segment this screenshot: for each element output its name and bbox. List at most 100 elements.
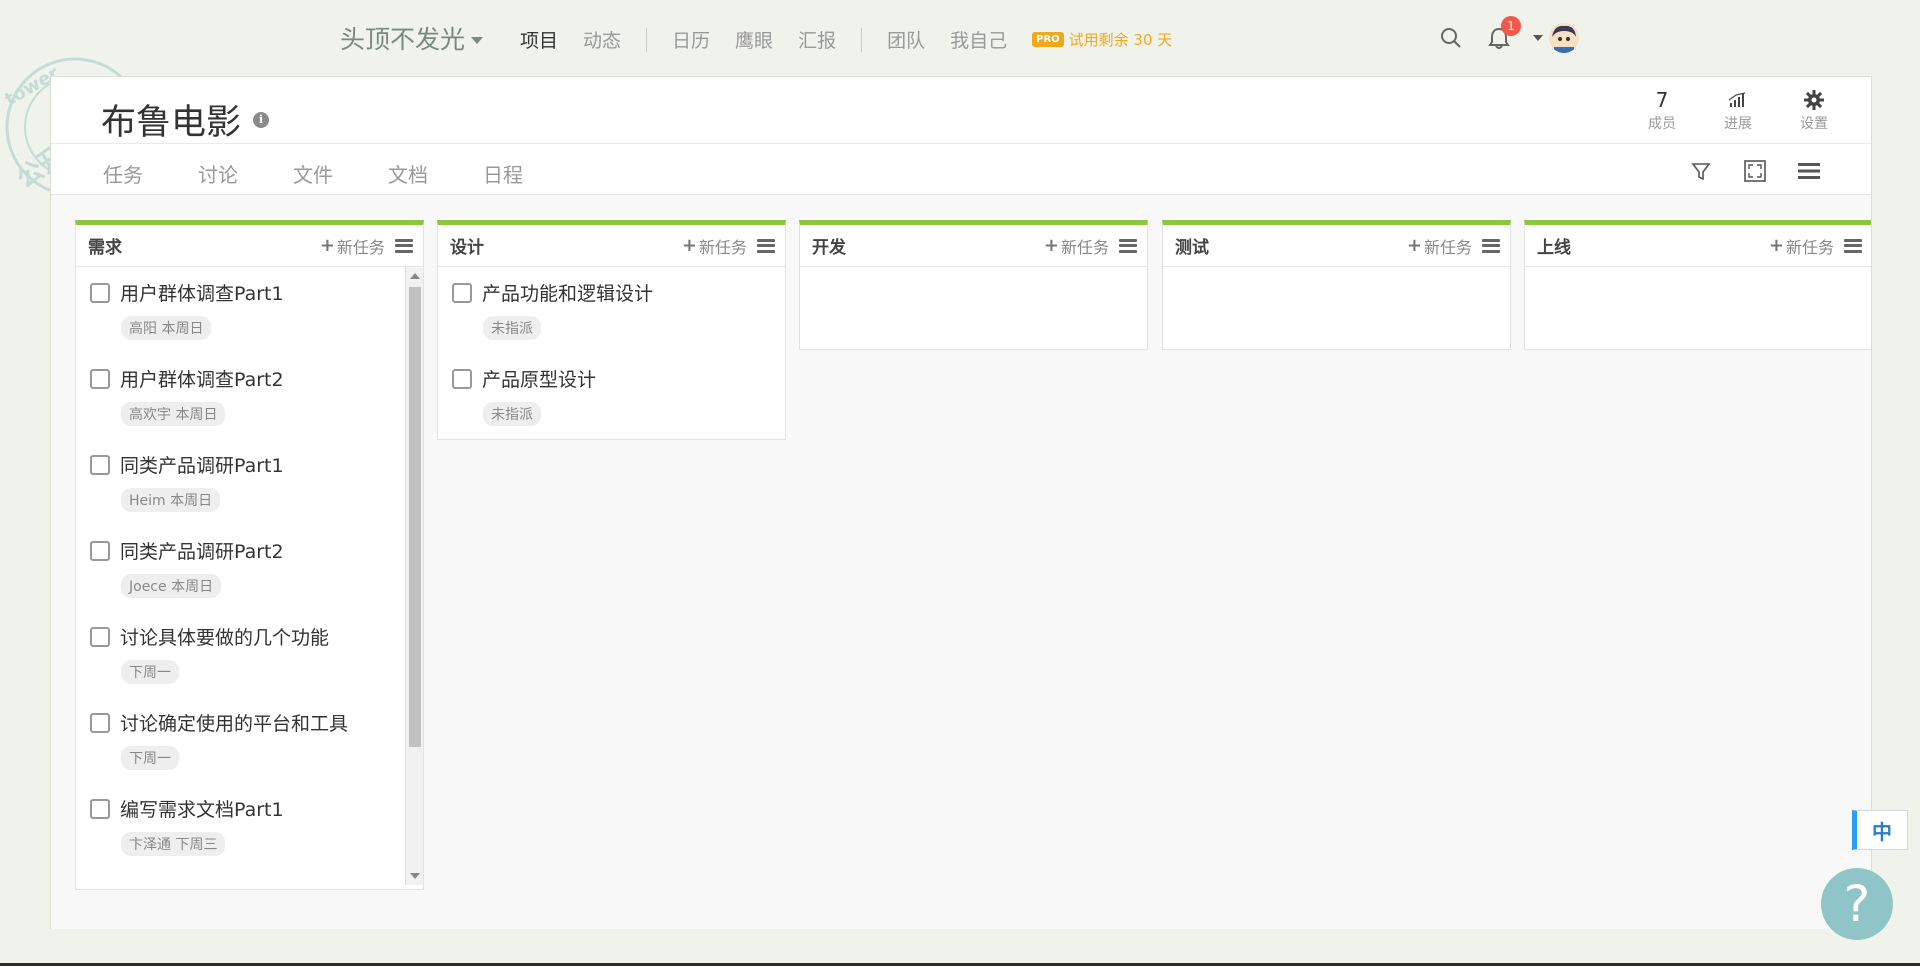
search-button[interactable]: [1435, 22, 1467, 54]
menu-icon: [1798, 163, 1820, 179]
task-title[interactable]: 讨论具体要做的几个功能: [120, 623, 329, 650]
task-checkbox[interactable]: [90, 712, 110, 733]
plus-icon: +: [319, 235, 335, 256]
plus-icon: +: [1406, 235, 1422, 256]
help-button[interactable]: ?: [1821, 868, 1893, 940]
task-checkbox[interactable]: [452, 282, 472, 303]
task-checkbox[interactable]: [90, 368, 110, 389]
team-switcher[interactable]: 头顶不发光: [340, 20, 484, 56]
tab-tasks[interactable]: 任务: [103, 159, 143, 188]
nav-activity[interactable]: 动态: [583, 26, 621, 53]
task-checkbox[interactable]: [90, 540, 110, 561]
task-tag[interactable]: Joece 本周日: [121, 574, 222, 598]
nav-myself[interactable]: 我自己: [950, 26, 1007, 53]
scroll-up-arrow-icon[interactable]: [410, 273, 420, 279]
column-header: 上线 + 新任务: [1525, 225, 1871, 267]
fullscreen-button[interactable]: [1741, 157, 1769, 185]
plus-icon: +: [1043, 235, 1059, 256]
column-header: 需求 + 新任务: [76, 225, 423, 267]
info-icon[interactable]: i: [253, 111, 270, 128]
nav-team[interactable]: 团队: [887, 26, 925, 53]
filter-button[interactable]: [1687, 157, 1715, 185]
settings-button[interactable]: 设置: [1793, 87, 1835, 133]
task-item: 同类产品调研Part2 Joece 本周日: [76, 525, 423, 611]
new-task-button[interactable]: + 新任务: [1044, 234, 1109, 258]
language-toggle-button[interactable]: 中: [1852, 810, 1908, 850]
task-title[interactable]: 编写需求文档Part1: [120, 795, 284, 822]
task-checkbox[interactable]: [90, 454, 110, 475]
task-title[interactable]: 同类产品调研Part2: [120, 537, 284, 564]
column-header: 设计 + 新任务: [438, 225, 785, 267]
column-menu-icon[interactable]: [395, 238, 413, 253]
task-tag[interactable]: 下周一: [121, 746, 179, 770]
column-header: 测试 + 新任务: [1163, 225, 1510, 267]
task-tag[interactable]: Heim 本周日: [121, 488, 221, 512]
expand-icon: [1744, 160, 1766, 182]
kanban-board: 需求 + 新任务 用户群体调查Part1 高阳 本周日 用户群体调查Part2 高欢宇…: [51, 194, 1871, 929]
progress-chart-icon: [1728, 87, 1748, 113]
user-menu[interactable]: [1533, 23, 1579, 53]
board-tools: [1687, 157, 1823, 185]
nav-projects[interactable]: 项目: [520, 26, 558, 53]
nav-report[interactable]: 汇报: [798, 26, 836, 53]
task-item: 讨论确定使用的平台和工具 下周一: [76, 697, 423, 783]
notifications-button[interactable]: 1: [1483, 16, 1521, 54]
column-menu-icon[interactable]: [1482, 238, 1500, 253]
column-menu-icon[interactable]: [1844, 238, 1862, 253]
members-button[interactable]: 7 成员: [1641, 87, 1683, 133]
nav-eagle-eye[interactable]: 鹰眼: [735, 26, 773, 53]
task-checkbox[interactable]: [90, 282, 110, 303]
new-task-button[interactable]: + 新任务: [682, 234, 747, 258]
task-title[interactable]: 用户群体调查Part2: [120, 365, 284, 392]
task-title[interactable]: 用户群体调查Part1: [120, 279, 284, 306]
column-testing: 测试 + 新任务: [1162, 220, 1511, 350]
trial-notice[interactable]: PRO 试用剩余 30 天: [1032, 29, 1172, 50]
caret-down-icon: [1533, 35, 1543, 41]
column-header: 开发 + 新任务: [800, 225, 1147, 267]
task-item: 讨论具体要做的几个功能 下周一: [76, 611, 423, 697]
task-tag[interactable]: 高欢宇 本周日: [121, 402, 226, 426]
scrollbar-thumb[interactable]: [409, 287, 421, 747]
progress-button[interactable]: 进展: [1717, 87, 1759, 133]
task-tag[interactable]: 未指派: [483, 402, 541, 426]
task-item: 用户群体调查Part1 高阳 本周日: [76, 267, 423, 353]
new-task-button[interactable]: + 新任务: [1769, 234, 1834, 258]
column-launch: 上线 + 新任务: [1524, 220, 1871, 350]
new-task-button[interactable]: + 新任务: [320, 234, 385, 258]
pro-badge: PRO: [1032, 32, 1064, 47]
task-tag[interactable]: 高阳 本周日: [121, 316, 212, 340]
task-item: 用户群体调查Part2 高欢宇 本周日: [76, 353, 423, 439]
avatar: [1549, 23, 1579, 53]
task-tag[interactable]: 卞泽通 下周三: [121, 832, 226, 856]
scroll-down-arrow-icon[interactable]: [410, 873, 420, 879]
column-menu-icon[interactable]: [1119, 238, 1137, 253]
task-title[interactable]: 产品功能和逻辑设计: [482, 279, 653, 306]
task-tag[interactable]: 下周一: [121, 660, 179, 684]
column-scrollbar[interactable]: [405, 267, 423, 885]
task-checkbox[interactable]: [452, 368, 472, 389]
task-title[interactable]: 产品原型设计: [482, 365, 596, 392]
members-label: 成员: [1648, 116, 1676, 132]
task-checkbox[interactable]: [90, 626, 110, 647]
tab-documents[interactable]: 文档: [388, 159, 428, 188]
task-title[interactable]: 讨论确定使用的平台和工具: [120, 709, 348, 736]
top-navigation: 头顶不发光 项目 动态 日历 鹰眼 汇报 团队 我自己 PRO 试用剩余 30 …: [0, 0, 1920, 78]
column-design: 设计 + 新任务 产品功能和逻辑设计 未指派 产品原型设计 未指派: [437, 220, 786, 440]
nav-calendar[interactable]: 日历: [672, 26, 710, 53]
tab-files[interactable]: 文件: [293, 159, 333, 188]
nav-divider: [861, 27, 863, 52]
page-title: 布鲁电影: [101, 103, 242, 143]
board-menu-button[interactable]: [1795, 157, 1823, 185]
task-tag[interactable]: 未指派: [483, 316, 541, 340]
caret-down-icon: [471, 36, 484, 44]
tab-schedule[interactable]: 日程: [483, 159, 523, 188]
project-tabs: 任务 讨论 文件 文档 日程: [103, 159, 523, 188]
task-item: 编写需求文档Part1 卞泽通 下周三: [76, 783, 423, 869]
new-task-label: 新任务: [1060, 237, 1109, 257]
trial-text: 试用剩余 30 天: [1068, 31, 1173, 49]
new-task-button[interactable]: + 新任务: [1407, 234, 1472, 258]
task-title[interactable]: 同类产品调研Part1: [120, 451, 284, 478]
task-checkbox[interactable]: [90, 798, 110, 819]
tab-discussions[interactable]: 讨论: [198, 159, 238, 188]
column-menu-icon[interactable]: [757, 238, 775, 253]
